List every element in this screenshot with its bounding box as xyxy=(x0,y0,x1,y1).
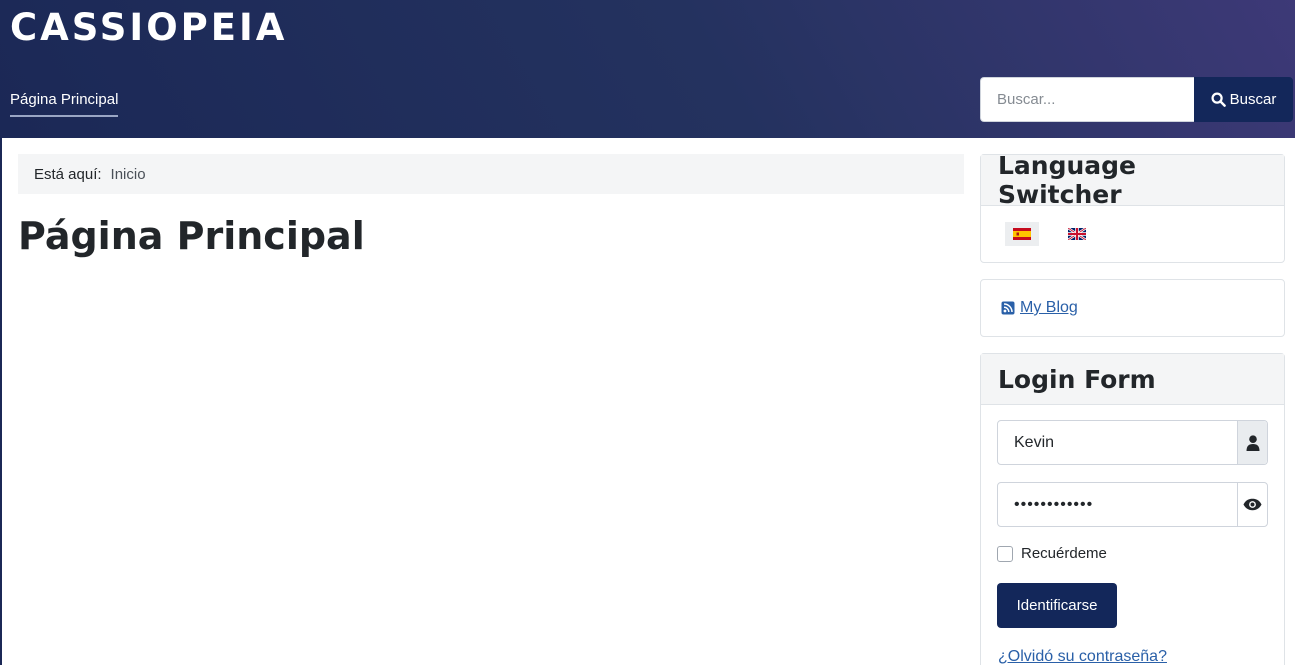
remember-me-label: Recuérdeme xyxy=(1021,545,1107,562)
my-blog-label: My Blog xyxy=(1020,299,1078,316)
nav-item-home[interactable]: Página Principal xyxy=(10,90,119,117)
language-option-es[interactable] xyxy=(1005,222,1039,246)
search-button[interactable]: Buscar xyxy=(1194,77,1293,122)
username-input[interactable] xyxy=(998,421,1237,464)
user-icon xyxy=(1246,434,1259,451)
search-icon xyxy=(1211,92,1226,107)
language-flags xyxy=(1005,222,1094,246)
login-form-title: Login Form xyxy=(981,354,1284,405)
breadcrumb-prefix: Está aquí: xyxy=(34,165,102,183)
breadcrumb-item-home: Inicio xyxy=(110,165,146,183)
blog-card: My Blog xyxy=(980,279,1285,337)
rss-icon xyxy=(1001,301,1015,315)
show-password-button[interactable] xyxy=(1237,483,1267,526)
search-button-label: Buscar xyxy=(1229,91,1277,108)
breadcrumb: Está aquí: Inicio xyxy=(18,154,964,194)
language-switcher-card: Language Switcher xyxy=(980,151,1285,263)
eye-icon xyxy=(1243,498,1262,511)
left-edge-divider xyxy=(0,138,2,665)
language-switcher-title: Language Switcher xyxy=(981,151,1284,209)
login-form-card: Login Form Recuérdeme Identificarse ¿Olv… xyxy=(980,353,1285,665)
site-brand-logo[interactable]: CASSIOPEIA xyxy=(10,6,287,50)
remember-me-checkbox[interactable] xyxy=(997,545,1013,562)
remember-me-option[interactable]: Recuérdeme xyxy=(997,545,1107,562)
uk-flag-icon xyxy=(1068,228,1086,240)
spain-flag-icon xyxy=(1013,228,1031,240)
login-submit-button[interactable]: Identificarse xyxy=(997,583,1117,628)
password-field-group xyxy=(997,482,1268,527)
username-addon xyxy=(1237,421,1267,464)
password-input[interactable] xyxy=(998,483,1237,526)
language-option-en[interactable] xyxy=(1060,222,1094,246)
page-title: Página Principal xyxy=(18,214,365,258)
forgot-password-link[interactable]: ¿Olvidó su contraseña? xyxy=(998,648,1167,665)
my-blog-link[interactable]: My Blog xyxy=(1001,299,1078,317)
search-input[interactable] xyxy=(980,77,1195,122)
site-header: CASSIOPEIA Página Principal Buscar xyxy=(0,0,1295,138)
username-field-group xyxy=(997,420,1268,465)
